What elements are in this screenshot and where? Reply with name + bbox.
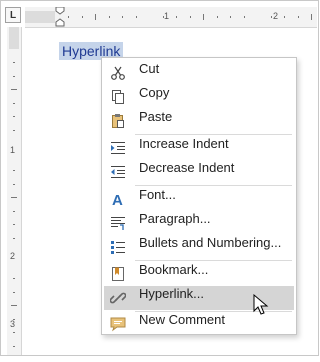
menu-item-paragraph[interactable]: Paragraph... (104, 211, 294, 235)
menu-separator (135, 134, 292, 135)
menu-separator (135, 185, 292, 186)
ruler-number: 1 (10, 145, 16, 155)
vertical-ruler-ticks (11, 62, 17, 347)
menu-item-label: Cut (139, 61, 160, 76)
menu-item-label: Paragraph... (139, 211, 211, 226)
ruler-left-margin (25, 11, 55, 23)
comment-icon (110, 316, 126, 332)
menu-item-label: New Comment (139, 312, 225, 327)
copy-icon (110, 89, 126, 105)
menu-item-bullets-numbering[interactable]: Bullets and Numbering... (104, 235, 294, 259)
menu-item-label: Font... (139, 187, 176, 202)
menu-item-label: Paste (139, 109, 173, 124)
menu-separator (135, 260, 292, 261)
ruler-number: 2 (10, 251, 16, 261)
menu-item-label: Bullets and Numbering... (139, 235, 282, 250)
menu-item-label: Increase Indent (139, 136, 229, 151)
increase-indent-icon (110, 140, 126, 156)
bookmark-icon (110, 266, 126, 282)
bullets-icon (110, 239, 126, 255)
paragraph-icon (110, 215, 126, 231)
menu-item-increase-indent[interactable]: Increase Indent (104, 136, 294, 160)
ruler-top-margin (9, 27, 19, 49)
menu-item-label: Copy (139, 85, 170, 100)
scissors-icon (110, 65, 126, 81)
font-icon: A (110, 191, 126, 207)
menu-item-bookmark[interactable]: Bookmark... (104, 262, 294, 286)
ruler-number: 1 (164, 11, 170, 21)
vertical-ruler[interactable]: 1 2 3 (7, 27, 22, 355)
menu-item-font[interactable]: A Font... (104, 187, 294, 211)
hyperlink-icon (110, 290, 126, 306)
menu-item-copy[interactable]: Copy (104, 85, 294, 109)
ruler-number: 3 (10, 319, 16, 329)
document-editor: L 1 2 1 2 3 Hyperlink Cut Copy Paste Inc… (0, 0, 319, 356)
decrease-indent-icon (110, 164, 126, 180)
svg-text:A: A (112, 192, 123, 207)
menu-item-paste[interactable]: Paste (104, 109, 294, 133)
menu-item-label: Hyperlink... (139, 286, 205, 301)
menu-item-label: Bookmark... (139, 262, 209, 277)
ruler-number: 2 (273, 11, 279, 21)
indent-marker-icon[interactable] (55, 7, 65, 27)
paste-icon (110, 113, 126, 129)
mouse-pointer-icon (253, 294, 269, 315)
menu-item-cut[interactable]: Cut (104, 61, 294, 85)
menu-item-decrease-indent[interactable]: Decrease Indent (104, 160, 294, 184)
tab-selector[interactable]: L (5, 7, 21, 23)
horizontal-ruler[interactable]: 1 2 (25, 7, 317, 28)
menu-item-label: Decrease Indent (139, 160, 235, 175)
